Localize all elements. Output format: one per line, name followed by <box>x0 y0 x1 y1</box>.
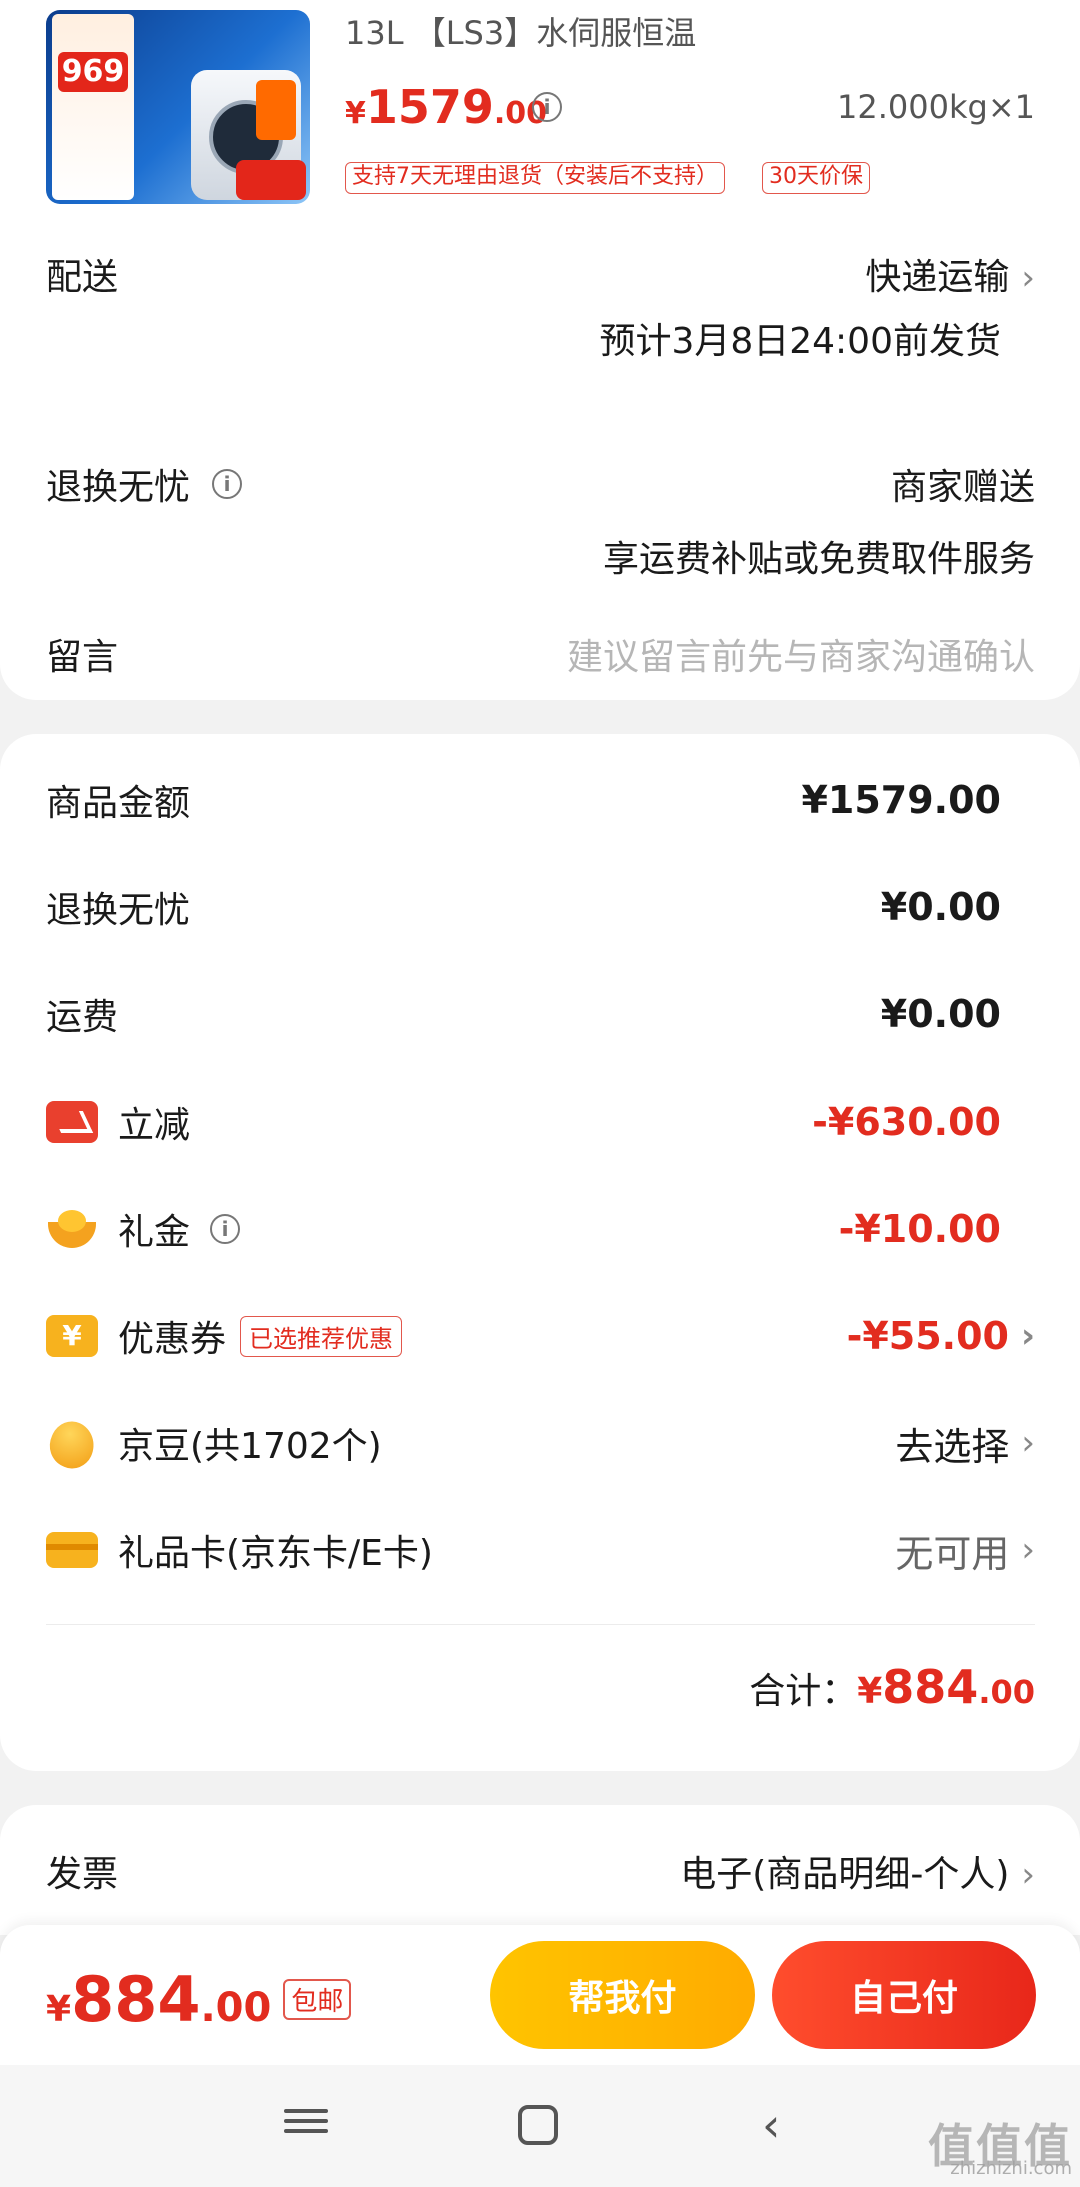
delivery-eta: 预计3月8日24:00前发货 <box>599 321 1001 362</box>
product-delivery-card: 969 13L 【LS3】水伺服恒温 ¥1579.00 i 12.000kg×1… <box>0 0 1080 700</box>
price-info-icon[interactable]: i <box>532 92 562 122</box>
watermark-url: zhizhizhi.com <box>950 2158 1072 2179</box>
gift-cash-info-icon[interactable]: i <box>210 1214 241 1244</box>
chevron-right-icon: › <box>1021 1423 1035 1463</box>
returns-info-icon[interactable]: i <box>212 469 243 499</box>
gift-cash-text: -¥10.00 <box>838 1207 1001 1251</box>
checkout-bar: ¥884.00 包邮 帮我付 自己付 <box>0 1925 1080 2065</box>
instant-discount-value: -¥630.00 <box>812 1100 1035 1144</box>
total-label: 合计： <box>749 1671 858 1712</box>
chevron-right-icon: › <box>1021 1855 1035 1895</box>
checkout-decimal: .00 <box>200 1985 272 2031</box>
coupon-label-wrap: ¥ 优惠券 已选推荐优惠 <box>46 1310 403 1362</box>
goods-amount-row: 商品金额 ¥1579.00 <box>46 770 1035 830</box>
jingdou-value: 去选择 › <box>895 1416 1035 1471</box>
instant-discount-label-wrap: 立减 <box>46 1096 190 1148</box>
shipping-fee-text: ¥0.00 <box>880 992 1001 1036</box>
returns-fee-row: 退换无忧 ¥0.00 <box>46 877 1035 937</box>
redpacket-badge <box>236 160 306 200</box>
jingdou-row[interactable]: 京豆(共1702个) 去选择 › <box>46 1413 1035 1473</box>
back-icon[interactable]: ‹ <box>762 2102 806 2148</box>
delivery-label: 配送 <box>46 257 119 298</box>
goods-amount-label: 商品金额 <box>46 783 191 824</box>
self-pay-button[interactable]: 自己付 <box>772 1941 1036 2049</box>
message-input[interactable]: 建议留言前先与商家沟通确认 <box>567 628 1035 680</box>
gift-cash-row: 礼金 i -¥10.00 <box>46 1199 1035 1259</box>
price-integer: 1579 <box>365 80 494 134</box>
invoice-card[interactable]: 发票 电子(商品明细-个人) › <box>0 1805 1080 1935</box>
gift-cash-label-wrap: 礼金 i <box>46 1203 241 1255</box>
delivery-method-text: 快递运输 <box>865 257 1010 298</box>
order-confirm-page: 969 13L 【LS3】水伺服恒温 ¥1579.00 i 12.000kg×1… <box>0 0 1080 2187</box>
order-total: 合计：¥884.00 <box>749 1660 1035 1714</box>
invoice-value-text: 电子(商品明细-个人) <box>680 1854 1010 1895</box>
checkout-currency: ¥ <box>46 1989 72 2030</box>
returns-desc: 享运费补贴或免费取件服务 <box>602 539 1035 580</box>
promo-price: 969 <box>58 52 128 92</box>
coupon-label: 优惠券 <box>118 1319 227 1360</box>
total-decimal: .00 <box>978 1673 1035 1711</box>
gift-card-value-text: 无可用 <box>895 1531 1010 1576</box>
shipping-fee-row: 运费 ¥0.00 <box>46 984 1035 1044</box>
checkout-integer: 884 <box>71 1963 201 2036</box>
home-icon[interactable] <box>518 2105 558 2145</box>
gift-card-value: 无可用 › <box>895 1523 1035 1578</box>
product-quantity: 12.000kg×1 <box>837 88 1035 126</box>
goods-amount-value: ¥1579.00 <box>801 778 1035 822</box>
chevron-right-icon: › <box>1021 258 1035 298</box>
jingdou-label-wrap: 京豆(共1702个) <box>46 1417 382 1469</box>
discount-arrow-icon <box>46 1101 98 1143</box>
recommended-coupon-tag: 已选推荐优惠 <box>240 1315 403 1357</box>
shipping-fee-value: ¥0.00 <box>881 992 1035 1036</box>
coupon-value: -¥55.00 › <box>847 1314 1035 1358</box>
invoice-value[interactable]: 电子(商品明细-个人) › <box>680 1845 1035 1897</box>
jingdou-label: 京豆(共1702个) <box>118 1426 382 1467</box>
system-navigation-bar: ‹ <box>0 2065 1080 2187</box>
price-currency: ¥ <box>345 96 366 131</box>
returns-fee-value: ¥0.00 <box>881 885 1035 929</box>
instant-discount-text: -¥630.00 <box>812 1100 1001 1144</box>
gift-card-icon <box>46 1532 98 1568</box>
coupon-icon: ¥ <box>46 1315 98 1357</box>
return-policy-tag: 支持7天无理由退货（安装后不支持） <box>345 162 725 194</box>
delivery-method[interactable]: 快递运输 › <box>865 248 1035 300</box>
returns-fee-label: 退换无忧 <box>46 890 191 931</box>
jingdou-bean-icon <box>46 1422 98 1464</box>
message-label: 留言 <box>46 637 119 678</box>
returns-fee-text: ¥0.00 <box>880 885 1001 929</box>
price-protect-tag: 30天价保 <box>762 162 870 194</box>
returns-label: 退换无忧 <box>46 467 191 508</box>
goods-amount-text: ¥1579.00 <box>801 778 1001 822</box>
total-currency: ¥ <box>857 1671 883 1712</box>
product-thumbnail[interactable]: 969 <box>46 10 310 204</box>
chevron-right-icon: › <box>1021 1530 1035 1570</box>
promo-badge <box>256 80 296 140</box>
checkout-total: ¥884.00 包邮 <box>46 1963 352 2036</box>
total-integer: 884 <box>882 1660 979 1714</box>
jingdou-value-text: 去选择 <box>895 1424 1010 1469</box>
shipping-fee-label: 运费 <box>46 997 119 1038</box>
free-shipping-badge: 包邮 <box>283 1979 352 2020</box>
promo-strip: 969 <box>52 14 134 200</box>
instant-discount-label: 立减 <box>118 1105 191 1146</box>
product-price: ¥1579.00 <box>345 80 547 134</box>
total-amount: ¥884.00 <box>857 1660 1035 1714</box>
summary-divider <box>46 1624 1035 1625</box>
invoice-label: 发票 <box>46 1854 119 1895</box>
coupon-row[interactable]: ¥ 优惠券 已选推荐优惠 -¥55.00 › <box>46 1306 1035 1366</box>
returns-value: 商家赠送 <box>890 467 1035 508</box>
gift-card-row[interactable]: 礼品卡(京东卡/E卡) 无可用 › <box>46 1520 1035 1580</box>
instant-discount-row: 立减 -¥630.00 <box>46 1092 1035 1152</box>
product-title: 13L 【LS3】水伺服恒温 <box>345 14 697 52</box>
gift-cash-label: 礼金 <box>118 1212 191 1253</box>
gift-card-label: 礼品卡(京东卡/E卡) <box>118 1533 433 1574</box>
gift-cash-value: -¥10.00 <box>839 1207 1035 1251</box>
gift-card-label-wrap: 礼品卡(京东卡/E卡) <box>46 1524 433 1576</box>
chevron-right-icon: › <box>1020 1316 1035 1356</box>
recent-apps-icon[interactable] <box>284 2103 328 2147</box>
help-pay-button[interactable]: 帮我付 <box>490 1941 755 2049</box>
returns-row: 退换无忧 i <box>46 458 243 510</box>
gold-ingot-icon <box>46 1208 98 1250</box>
coupon-value-text: -¥55.00 <box>846 1314 1009 1358</box>
